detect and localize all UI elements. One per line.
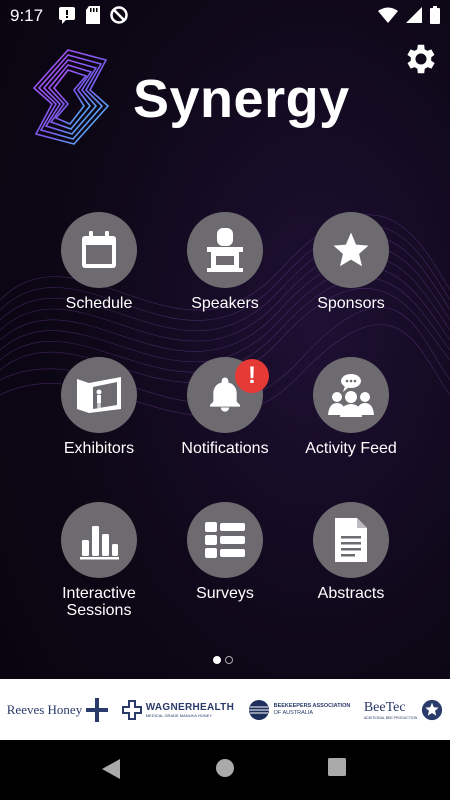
globe-icon xyxy=(248,699,269,720)
page-indicator xyxy=(213,656,233,664)
menu-label: Exhibitors xyxy=(63,440,135,457)
wifi-icon xyxy=(378,7,398,23)
sponsor-tagline: OF AUSTRALIA xyxy=(273,709,314,716)
group-chat-icon xyxy=(328,374,374,417)
sponsor-logo-beekeepers-association[interactable]: BEEKEEPERS ASSOCIATION OF AUSTRALIA xyxy=(248,699,351,721)
sponsors-icon-circle xyxy=(313,212,389,288)
page-dot-active[interactable] xyxy=(213,656,221,664)
status-time: 9:17 xyxy=(10,6,44,25)
interactive-sessions-icon-circle xyxy=(61,502,137,578)
speakers-icon-circle xyxy=(187,212,263,288)
exhibitor-booth-icon xyxy=(77,377,121,413)
menu-tile-activity-feed[interactable]: Activity Feed xyxy=(288,357,414,457)
menu-tile-sponsors[interactable]: Sponsors xyxy=(288,212,414,312)
sponsor-name: WAGNERHEALTH xyxy=(145,701,235,713)
speaker-podium-icon xyxy=(207,228,243,272)
recents-icon[interactable] xyxy=(328,758,346,776)
synergy-logo-icon xyxy=(32,49,110,145)
sd-card-icon xyxy=(86,6,100,24)
menu-label: Interactive Sessions xyxy=(62,585,136,619)
abstracts-icon-circle xyxy=(313,502,389,578)
home-icon[interactable] xyxy=(215,758,235,778)
sponsor-logo-reeves-honey[interactable]: Reeves Honey xyxy=(6,697,109,722)
document-icon xyxy=(335,518,367,562)
surveys-icon-circle xyxy=(187,502,263,578)
sponsor-tagline: MEDICAL GRADE MANUKA HONEY xyxy=(145,712,213,718)
calendar-icon xyxy=(82,231,116,268)
menu-tile-speakers[interactable]: Speakers xyxy=(162,212,288,312)
sponsor-logo-beetec[interactable]: BeeTec ADDITIONAL BEE PRODUCTION xyxy=(364,699,443,721)
schedule-icon-circle xyxy=(61,212,137,288)
bar-chart-icon xyxy=(80,526,119,560)
menu-label: Sponsors xyxy=(317,295,385,312)
star-badge-icon xyxy=(422,699,443,720)
app-screen: 9:17 Synergy Schedule Speakers Sponsors … xyxy=(0,0,450,800)
menu-tile-notifications[interactable]: ! Notifications xyxy=(162,357,288,457)
exhibitors-icon-circle xyxy=(61,357,137,433)
notifications-icon-circle: ! xyxy=(187,357,269,433)
menu-tile-abstracts[interactable]: Abstracts xyxy=(288,502,414,602)
star-icon xyxy=(333,232,369,267)
sponsor-name: BeeTec xyxy=(363,699,406,715)
sponsor-logo-wagnerhealth[interactable]: WAGNERHEALTH MEDICAL GRADE MANUKA HONEY xyxy=(121,699,235,720)
menu-label: Notifications xyxy=(181,440,269,457)
status-bar: 9:17 xyxy=(0,0,450,32)
menu-label: Activity Feed xyxy=(305,440,397,457)
menu-label: Speakers xyxy=(191,295,259,312)
notification-badge: ! xyxy=(235,359,269,393)
menu-tile-surveys[interactable]: Surveys xyxy=(162,502,288,602)
sponsor-name: BEEKEEPERS ASSOCIATION xyxy=(273,702,351,709)
menu-label: Abstracts xyxy=(317,585,385,602)
cross-icon xyxy=(86,697,109,722)
sponsor-bar: Reeves Honey WAGNERHEALTH MEDICAL GRADE … xyxy=(0,679,450,740)
app-brand-title: Synergy xyxy=(133,69,350,129)
menu-label: Surveys xyxy=(196,585,254,602)
list-icon xyxy=(205,522,245,558)
plus-badge-icon xyxy=(121,699,142,720)
menu-tile-schedule[interactable]: Schedule xyxy=(36,212,162,312)
page-dot[interactable] xyxy=(225,656,233,664)
sponsor-name: Reeves Honey xyxy=(6,701,83,717)
system-nav-bar xyxy=(0,740,450,800)
battery-icon xyxy=(430,6,440,24)
menu-tile-exhibitors[interactable]: Exhibitors xyxy=(36,357,162,457)
signal-icon xyxy=(406,7,422,23)
sponsor-tagline: ADDITIONAL BEE PRODUCTION xyxy=(363,715,418,720)
back-icon[interactable] xyxy=(101,758,121,780)
menu-tile-interactive-sessions[interactable]: Interactive Sessions xyxy=(36,502,162,619)
activity-feed-icon-circle xyxy=(313,357,389,433)
message-icon xyxy=(59,7,75,24)
do-not-disturb-icon xyxy=(110,6,128,24)
menu-label: Schedule xyxy=(65,295,133,312)
gear-icon[interactable] xyxy=(402,40,440,78)
